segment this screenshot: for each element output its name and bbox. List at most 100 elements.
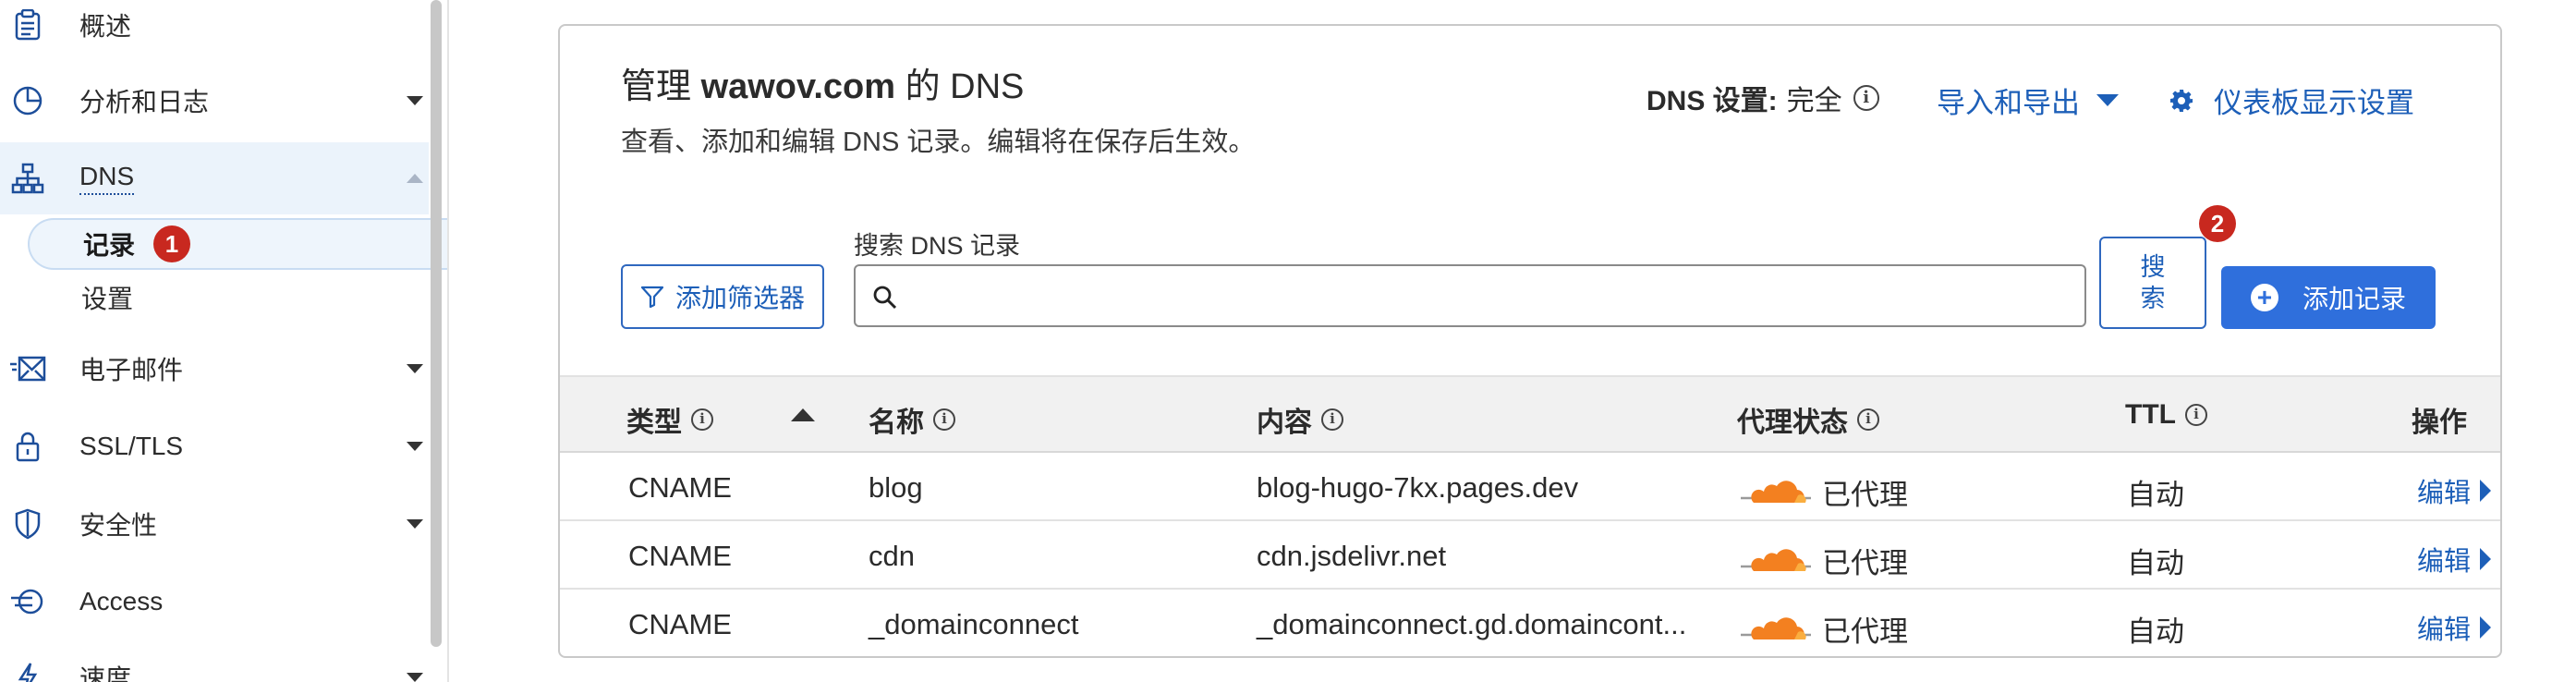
cell-content: blog-hugo-7kx.pages.dev bbox=[1257, 471, 1579, 504]
caret-right-icon bbox=[2480, 480, 2492, 502]
caret-right-icon bbox=[2480, 616, 2492, 639]
cell-proxy-status[interactable]: 已代理 bbox=[1741, 540, 1908, 581]
edit-record-link[interactable]: 编辑 bbox=[2417, 608, 2492, 647]
column-header-actions: 操作 bbox=[2412, 408, 2467, 438]
chevron-down-icon[interactable] bbox=[407, 519, 423, 529]
sidebar-item-access[interactable]: Access bbox=[0, 566, 429, 638]
search-label: 搜索 DNS 记录 bbox=[854, 232, 1021, 260]
sort-ascending-icon[interactable] bbox=[791, 408, 815, 421]
info-icon[interactable]: i bbox=[2184, 404, 2207, 426]
search-input[interactable] bbox=[854, 264, 2086, 327]
dns-setting-value: 完全 bbox=[1786, 86, 1842, 116]
table-header: 类型 i 名称 i 内容 i 代理状态 i TTL i 操作 bbox=[560, 375, 2500, 453]
search-icon bbox=[873, 286, 897, 310]
cell-ttl: 自动 bbox=[2127, 479, 2184, 511]
proxy-status-label: 已代理 bbox=[1822, 547, 1908, 579]
sidebar-subitem-label: 记录 bbox=[83, 231, 136, 260]
lock-icon bbox=[9, 428, 46, 465]
edit-label: 编辑 bbox=[2417, 615, 2472, 645]
table-row: CNAME _domainconnect _domainconnect.gd.d… bbox=[560, 590, 2500, 656]
sidebar-item-dns[interactable]: DNS bbox=[0, 142, 429, 214]
caret-down-icon bbox=[2096, 94, 2119, 106]
cell-ttl: 自动 bbox=[2127, 547, 2184, 579]
step-badge: 2 bbox=[2199, 205, 2236, 242]
sidebar-item-label: 速度 bbox=[79, 664, 132, 682]
proxied-cloud-icon bbox=[1741, 548, 1811, 571]
info-icon[interactable]: i bbox=[691, 408, 713, 431]
add-filter-button[interactable]: 添加筛选器 bbox=[621, 264, 824, 329]
column-header-content[interactable]: 内容 i bbox=[1257, 399, 1343, 440]
access-icon bbox=[9, 583, 46, 620]
sidebar-scrollbar[interactable] bbox=[431, 0, 442, 647]
dns-records-card: 管理 wawov.com 的 DNS 查看、添加和编辑 DNS 记录。编辑将在保… bbox=[558, 24, 2502, 658]
dns-setting-status: DNS 设置: 完全 i bbox=[1646, 78, 1879, 118]
dashboard-display-settings-link[interactable]: 仪表板显示设置 bbox=[2169, 79, 2414, 121]
proxied-cloud-icon bbox=[1741, 616, 1811, 639]
mail-icon bbox=[9, 350, 46, 387]
sidebar-subitem-label: 设置 bbox=[81, 285, 134, 313]
column-header-name[interactable]: 名称 i bbox=[869, 399, 955, 440]
search-button-label: 搜索 bbox=[2140, 253, 2166, 312]
sidebar-item-analytics[interactable]: 分析和日志 bbox=[0, 65, 429, 137]
caret-right-icon bbox=[2480, 548, 2492, 570]
proxy-status-label: 已代理 bbox=[1822, 615, 1908, 648]
clipboard-icon bbox=[9, 6, 46, 43]
plus-circle-icon: + bbox=[2250, 284, 2278, 311]
cell-ttl: 自动 bbox=[2127, 615, 2184, 648]
edit-record-link[interactable]: 编辑 bbox=[2417, 540, 2492, 578]
shield-icon bbox=[9, 505, 46, 542]
chevron-down-icon[interactable] bbox=[407, 673, 423, 682]
sidebar-item-label: 概述 bbox=[79, 12, 132, 41]
proxy-status-label: 已代理 bbox=[1822, 479, 1908, 511]
search-button[interactable]: 搜索 bbox=[2099, 237, 2206, 329]
sidebar-subitem-records[interactable]: 记录 1 bbox=[28, 218, 447, 270]
dns-setting-label: DNS 设置: bbox=[1646, 86, 1778, 116]
gear-icon bbox=[2170, 89, 2193, 112]
sidebar-subitem-settings[interactable]: 设置 bbox=[28, 272, 447, 323]
chevron-up-icon[interactable] bbox=[407, 174, 423, 183]
info-icon[interactable]: i bbox=[1321, 408, 1343, 431]
proxied-cloud-icon bbox=[1741, 480, 1811, 503]
sidebar-item-ssl[interactable]: SSL/TLS bbox=[0, 410, 429, 482]
sidebar-item-label: DNS bbox=[79, 162, 135, 195]
cell-proxy-status[interactable]: 已代理 bbox=[1741, 471, 1908, 513]
sidebar-item-label: Access bbox=[79, 587, 164, 615]
import-export-menu[interactable]: 导入和导出 bbox=[1937, 79, 2119, 121]
add-record-button[interactable]: + 添加记录 bbox=[2221, 266, 2436, 329]
cell-name: _domainconnect bbox=[869, 608, 1079, 640]
sidebar-item-label: 安全性 bbox=[79, 511, 158, 540]
cell-content: _domainconnect.gd.domaincont... bbox=[1257, 608, 1687, 640]
chevron-down-icon[interactable] bbox=[407, 96, 423, 105]
sidebar-item-label: SSL/TLS bbox=[79, 432, 184, 460]
column-header-type[interactable]: 类型 i bbox=[626, 399, 713, 440]
domain-name: wawov.com bbox=[700, 67, 896, 106]
bolt-icon bbox=[9, 659, 46, 682]
column-header-proxy-status[interactable]: 代理状态 i bbox=[1737, 399, 1879, 440]
cell-type: CNAME bbox=[628, 540, 732, 572]
cell-name: cdn bbox=[869, 540, 915, 572]
chevron-down-icon[interactable] bbox=[407, 442, 423, 451]
info-icon[interactable]: i bbox=[1853, 85, 1879, 111]
column-header-ttl[interactable]: TTL i bbox=[2125, 399, 2207, 431]
app-root: 概述 分析和日志 DNS 记录 1 设置 电子邮件 SSL/TLS 安全性 Ac… bbox=[0, 0, 2576, 682]
edit-record-link[interactable]: 编辑 bbox=[2417, 471, 2492, 510]
pie-chart-icon bbox=[9, 82, 46, 119]
info-icon[interactable]: i bbox=[1857, 408, 1879, 431]
cell-type: CNAME bbox=[628, 471, 732, 504]
cell-proxy-status[interactable]: 已代理 bbox=[1741, 608, 1908, 650]
sidebar-item-security[interactable]: 安全性 bbox=[0, 488, 429, 560]
filter-icon bbox=[640, 286, 664, 308]
sidebar-item-email[interactable]: 电子邮件 bbox=[0, 333, 429, 405]
sidebar-item-overview[interactable]: 概述 bbox=[0, 0, 429, 61]
page-subtitle: 查看、添加和编辑 DNS 记录。编辑将在保存后生效。 bbox=[621, 128, 1256, 157]
cell-content: cdn.jsdelivr.net bbox=[1257, 540, 1447, 572]
page-title: 管理 wawov.com 的 DNS bbox=[621, 67, 1025, 106]
add-record-label: 添加记录 bbox=[2302, 285, 2406, 313]
import-export-label: 导入和导出 bbox=[1937, 87, 2080, 119]
chevron-down-icon[interactable] bbox=[407, 364, 423, 373]
info-icon[interactable]: i bbox=[933, 408, 955, 431]
sidebar-item-label: 分析和日志 bbox=[79, 88, 210, 116]
sitemap-icon bbox=[9, 160, 46, 197]
sidebar-item-speed[interactable]: 速度 bbox=[0, 641, 429, 682]
add-filter-label: 添加筛选器 bbox=[674, 284, 805, 312]
